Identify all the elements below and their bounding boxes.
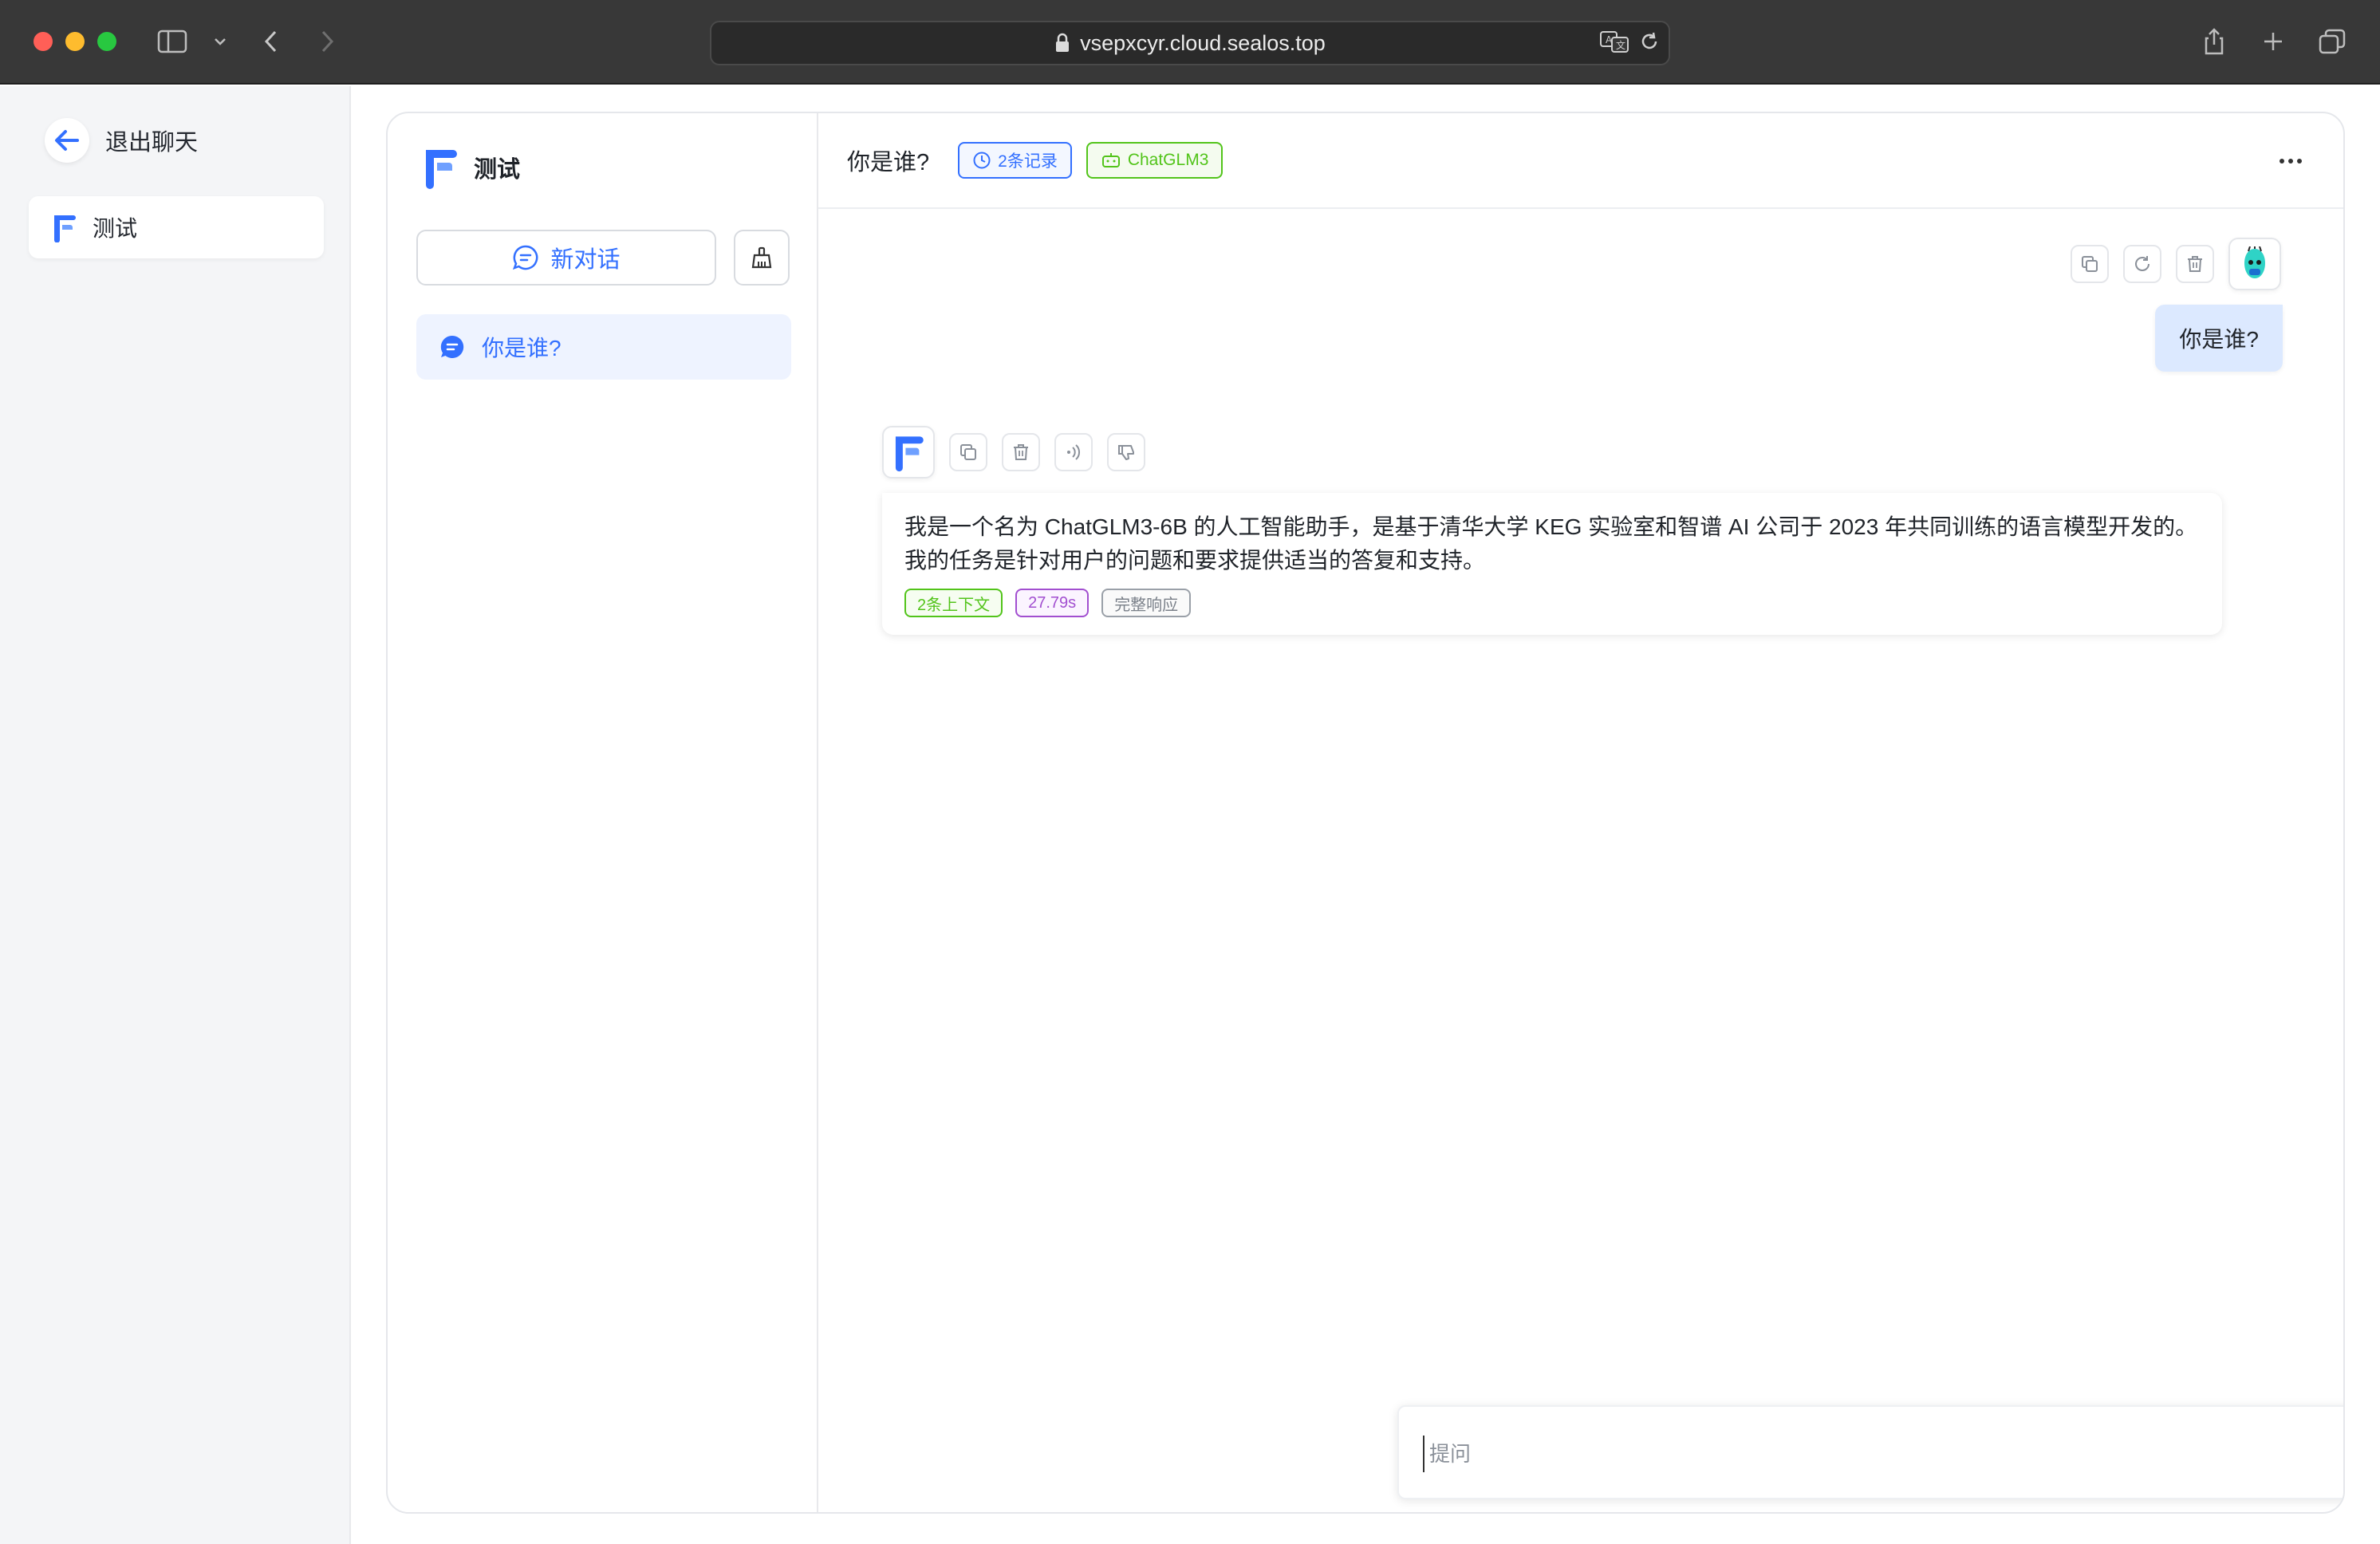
clock-icon [973,152,991,169]
question-input[interactable] [1423,1436,2343,1472]
fastgpt-logo-icon [54,215,76,242]
response-time-tag[interactable]: 27.79s [1015,589,1090,617]
history-item[interactable]: 你是谁? [416,314,791,380]
context-tag[interactable]: 2条上下文 [904,589,1003,617]
robot-icon [1101,153,1120,167]
ai-avatar [882,426,935,479]
chat-input-box [1397,1405,2343,1499]
delete-button[interactable] [2176,245,2214,283]
sidebar-toggle-icon[interactable] [156,26,188,57]
new-tab-icon[interactable] [2257,26,2289,57]
back-icon[interactable] [255,26,287,57]
share-icon[interactable] [2198,26,2230,57]
svg-text:文: 文 [1616,39,1625,51]
trash-icon [1014,444,1028,460]
more-dots-icon [2280,159,2302,163]
user-message-bubble: 你是谁? [2155,305,2283,372]
sidebar-item-label: 测试 [93,216,138,241]
ai-message-toolbar [882,426,1145,479]
app-name: 测试 [474,157,521,183]
new-chat-label: 新对话 [550,247,621,273]
minimize-window-button[interactable] [65,32,85,51]
exit-chat-button[interactable]: 退出聊天 [45,118,198,163]
trash-icon [2188,256,2202,272]
arrow-left-icon [45,118,89,163]
broom-icon [751,246,772,269]
chat-header: 你是谁? 2条记录 ChatGLM3 [818,113,2343,209]
history-panel: 测试 新对话 你是谁? [388,113,818,1512]
translate-icon[interactable]: A文 [1598,26,1630,57]
lock-icon [1056,33,1070,52]
chevron-down-icon[interactable] [204,26,236,57]
forward-icon[interactable] [311,26,343,57]
user-message-toolbar [2071,238,2281,290]
app-sidebar: 退出聊天 测试 [0,86,351,1544]
model-tag: ChatGLM3 [1086,142,1223,179]
chat-bubble-icon [513,245,538,270]
copy-icon [960,444,976,460]
maximize-window-button[interactable] [97,32,116,51]
main-panel: 测试 新对话 你是谁? 你是谁? 2条记录 ChatGLM3 你是谁? 我是一个… [386,112,2345,1514]
copy-icon [2082,256,2098,272]
history-item-label: 你是谁? [482,336,562,360]
fastgpt-logo-icon [895,436,924,472]
copy-button[interactable] [949,433,987,471]
more-options-button[interactable] [2272,142,2310,180]
thumbs-down-icon [1118,445,1134,460]
close-window-button[interactable] [33,32,53,51]
ai-message-bubble: 我是一个名为 ChatGLM3-6B 的人工智能助手，是基于清华大学 KEG 实… [882,493,2222,635]
history-header: 测试 [421,145,520,190]
chat-bubble-icon [440,335,464,358]
url-text: vsepxcyr.cloud.sealos.top [1080,30,1326,55]
sidebar-item-app[interactable]: 测试 [29,196,324,258]
model-tag-label: ChatGLM3 [1127,151,1209,169]
speaker-wave-icon [1067,444,1081,460]
clear-history-button[interactable] [734,230,790,286]
dislike-button[interactable] [1107,433,1145,471]
browser-toolbar: vsepxcyr.cloud.sealos.top A文 [0,0,2380,85]
refresh-icon [2135,256,2149,271]
chat-title: 你是谁? [847,150,930,175]
address-bar[interactable]: vsepxcyr.cloud.sealos.top [710,21,1670,65]
read-aloud-button[interactable] [1054,433,1093,471]
ai-message-text: 我是一个名为 ChatGLM3-6B 的人工智能助手，是基于清华大学 KEG 实… [904,514,2198,573]
records-tag-label: 2条记录 [998,152,1058,171]
new-chat-button[interactable]: 新对话 [416,230,716,286]
user-avatar [2228,238,2281,290]
ai-message-tags: 2条上下文 27.79s 完整响应 [904,589,2200,617]
records-tag: 2条记录 [958,142,1072,179]
copy-button[interactable] [2071,245,2109,283]
reload-icon[interactable] [1633,26,1665,57]
full-response-tag[interactable]: 完整响应 [1101,589,1192,617]
user-avatar-icon [2244,246,2265,278]
exit-chat-label: 退出聊天 [105,130,199,156]
regenerate-button[interactable] [2123,245,2161,283]
chat-area: 你是谁? 2条记录 ChatGLM3 你是谁? 我是一个名为 ChatGLM3-… [818,113,2343,1512]
svg-text:A: A [1606,34,1613,45]
delete-button[interactable] [1002,433,1040,471]
tab-overview-icon[interactable] [2316,26,2348,57]
fastgpt-logo-icon [426,150,457,189]
